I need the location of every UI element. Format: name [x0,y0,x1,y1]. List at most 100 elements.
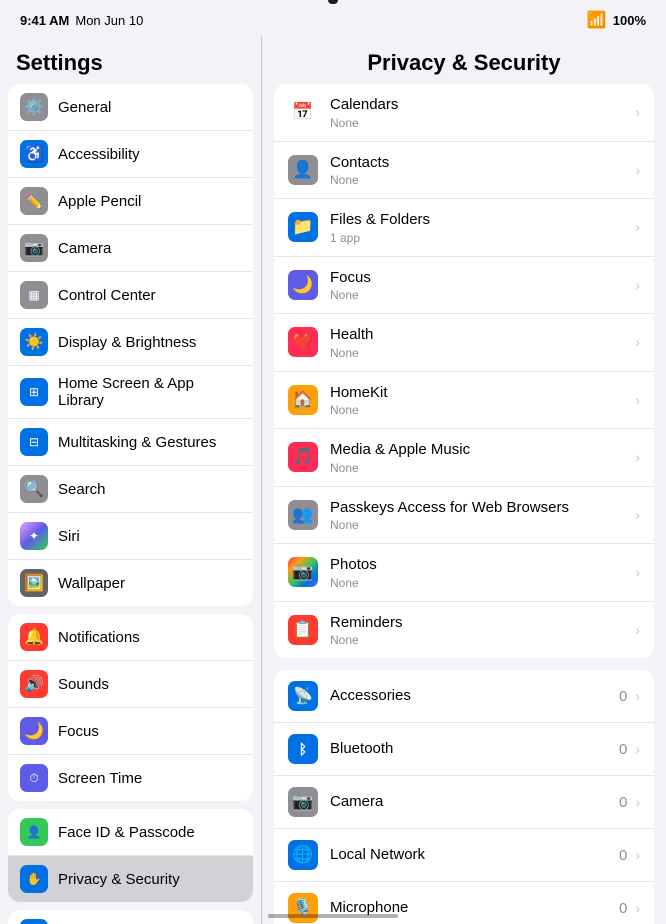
sounds-icon: 🔊 [20,670,48,698]
sidebar-label-siri: Siri [58,528,80,545]
sidebar-item-camera[interactable]: 📷 Camera [8,225,253,272]
bluetooth-title: Bluetooth [330,739,607,759]
microphone-value: 0 [619,900,627,917]
content-text-bluetooth: Bluetooth [330,739,607,759]
status-bar: 9:41 AM Mon Jun 10 📶 100% [0,0,666,36]
sidebar-label-wallpaper: Wallpaper [58,575,125,592]
sidebar-item-multitasking[interactable]: ⊟ Multitasking & Gestures [8,419,253,466]
photos-title: Photos [330,555,619,575]
passkeys-chevron: › [635,507,640,523]
sidebar-item-focus[interactable]: 🌙 Focus [8,708,253,755]
health-icon: ❤️ [288,327,318,357]
calendars-icon: 📅 [288,97,318,127]
bluetooth-right: 0 › [619,741,640,758]
sidebar-label-screen-time: Screen Time [58,770,142,787]
sidebar-item-search[interactable]: 🔍 Search [8,466,253,513]
media-music-icon: 🎵 [288,442,318,472]
sidebar-item-sounds[interactable]: 🔊 Sounds [8,661,253,708]
calendars-subtitle: None [330,116,619,130]
photos-subtitle: None [330,576,619,590]
privacy-icon: ✋ [20,865,48,893]
passkeys-title: Passkeys Access for Web Browsers [330,498,619,518]
sidebar-item-apple-pencil[interactable]: ✏️ Apple Pencil [8,178,253,225]
files-subtitle: 1 app [330,231,619,245]
sidebar-label-display: Display & Brightness [58,334,196,351]
content-item-passkeys[interactable]: 👥 Passkeys Access for Web Browsers None … [274,487,654,545]
local-network-chevron: › [635,847,640,863]
calendars-title: Calendars [330,95,619,115]
sidebar-label-apple-pencil: Apple Pencil [58,193,141,210]
sidebar-item-face-id[interactable]: 👤 Face ID & Passcode [8,809,253,856]
sidebar-item-privacy-security[interactable]: ✋ Privacy & Security [8,856,253,902]
content-item-files-folders[interactable]: 📁 Files & Folders 1 app › [274,199,654,257]
sidebar-item-wallpaper[interactable]: 🖼️ Wallpaper [8,560,253,606]
content-text-files: Files & Folders 1 app [330,210,619,245]
contacts-icon: 👤 [288,155,318,185]
sidebar-label-home-screen: Home Screen & App Library [58,375,241,409]
sidebar-item-screen-time[interactable]: ⏱ Screen Time [8,755,253,801]
sidebar-item-siri[interactable]: ✦ Siri [8,513,253,560]
apple-pencil-icon: ✏️ [20,187,48,215]
homekit-title: HomeKit [330,383,619,403]
content-item-local-network[interactable]: 🌐 Local Network 0 › [274,829,654,882]
sidebar-title: Settings [0,36,261,84]
siri-icon: ✦ [20,522,48,550]
bluetooth-chevron: › [635,741,640,757]
reminders-right: › [631,622,640,638]
content-item-camera-perm[interactable]: 📷 Camera 0 › [274,776,654,829]
contacts-right: › [631,162,640,178]
health-right: › [631,334,640,350]
content-text-passkeys: Passkeys Access for Web Browsers None [330,498,619,533]
reminders-subtitle: None [330,633,619,647]
health-chevron: › [635,334,640,350]
sidebar-item-notifications[interactable]: 🔔 Notifications [8,614,253,661]
homekit-chevron: › [635,392,640,408]
sidebar-item-display-brightness[interactable]: ☀️ Display & Brightness [8,319,253,366]
sidebar-label-search: Search [58,481,106,498]
content-item-calendars[interactable]: 📅 Calendars None › [274,84,654,142]
sidebar-label-privacy: Privacy & Security [58,871,180,888]
content-item-accessories[interactable]: 📡 Accessories 0 › [274,670,654,723]
sidebar-item-control-center[interactable]: ▦ Control Center [8,272,253,319]
bluetooth-icon: ᛒ [288,734,318,764]
content-text-homekit: HomeKit None [330,383,619,418]
content-item-homekit[interactable]: 🏠 HomeKit None › [274,372,654,430]
local-network-value: 0 [619,847,627,864]
content-item-reminders[interactable]: 📋 Reminders None › [274,602,654,659]
multitasking-icon: ⊟ [20,428,48,456]
search-icon: 🔍 [20,475,48,503]
content-item-health[interactable]: ❤️ Health None › [274,314,654,372]
content-item-photos[interactable]: 📷 Photos None › [274,544,654,602]
camera-icon: 📷 [20,234,48,262]
photos-chevron: › [635,564,640,580]
accessibility-icon: ♿ [20,140,48,168]
content-text-camera-perm: Camera [330,792,607,812]
accessories-chevron: › [635,688,640,704]
files-icon: 📁 [288,212,318,242]
passkeys-right: › [631,507,640,523]
local-network-icon: 🌐 [288,840,318,870]
homekit-icon: 🏠 [288,385,318,415]
bluetooth-value: 0 [619,741,627,758]
sidebar-item-general[interactable]: ⚙️ General [8,84,253,131]
content-item-contacts[interactable]: 👤 Contacts None › [274,142,654,200]
sidebar-group-security: 👤 Face ID & Passcode ✋ Privacy & Securit… [8,809,253,902]
sidebar-item-app-store[interactable]: 🅐 App Store [8,910,253,924]
sidebar-item-accessibility[interactable]: ♿ Accessibility [8,131,253,178]
notifications-icon: 🔔 [20,623,48,651]
media-title: Media & Apple Music [330,440,619,460]
sidebar-label-focus: Focus [58,723,99,740]
general-icon: ⚙️ [20,93,48,121]
files-title: Files & Folders [330,210,619,230]
focus-icon: 🌙 [20,717,48,745]
focus-chevron: › [635,277,640,293]
sidebar-item-home-screen[interactable]: ⊞ Home Screen & App Library [8,366,253,419]
content-item-focus[interactable]: 🌙 Focus None › [274,257,654,315]
home-screen-icon: ⊞ [20,378,48,406]
contacts-title: Contacts [330,153,619,173]
content-item-bluetooth[interactable]: ᛒ Bluetooth 0 › [274,723,654,776]
accessories-right: 0 › [619,688,640,705]
content-item-media-music[interactable]: 🎵 Media & Apple Music None › [274,429,654,487]
control-center-icon: ▦ [20,281,48,309]
main-container: Settings ⚙️ General ♿ Accessibility ✏️ A… [0,36,666,924]
